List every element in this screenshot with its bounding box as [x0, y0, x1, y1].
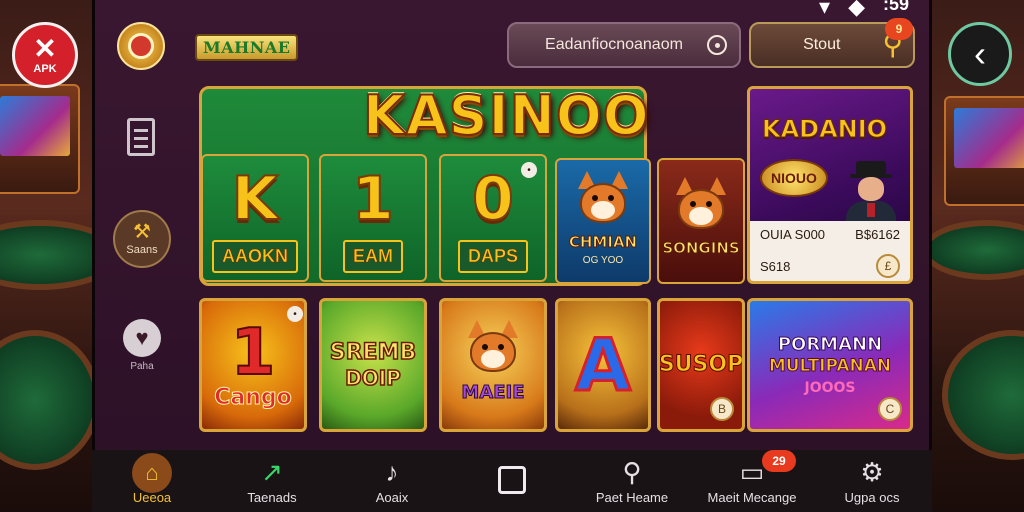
background-table	[942, 330, 1024, 460]
games-label: Saans	[126, 244, 158, 256]
search-icon: ⚲	[622, 457, 642, 487]
mascot-icon	[128, 33, 154, 59]
background-slot-machine	[0, 84, 80, 194]
tile-banner: MAEIE	[461, 381, 525, 403]
tile-plate: DAPS	[457, 239, 528, 273]
trend-icon: ↗	[261, 457, 283, 487]
nav-label: Paet Heame	[595, 489, 669, 505]
background-table	[932, 220, 1024, 280]
bottom-nav: ⌂ Ueeoa ↗ Taenads ♪ Aoaix ⚲ Paet Heame ▭…	[92, 450, 932, 512]
promo-badge: NIOUO	[760, 159, 828, 197]
heart-icon: ♥	[123, 318, 161, 357]
tile-banner: CHMIAN	[568, 232, 638, 251]
promo-info: OUIA S000 B$6162 S618 £	[750, 221, 910, 281]
status-time: :59	[882, 0, 909, 14]
tile-banner: SONGINS	[662, 239, 740, 258]
search-bar[interactable]: Eadanfiocnoanaom	[507, 22, 741, 68]
fox-icon	[672, 177, 730, 233]
brand-name: MAHNAE	[195, 34, 299, 61]
game-tile-one[interactable]: 1 EAM	[319, 154, 427, 282]
hero-title: KASINOO	[362, 83, 650, 148]
gear-icon: ⚙	[860, 457, 884, 487]
documents-button[interactable]	[121, 112, 161, 162]
fox-icon	[574, 170, 632, 227]
tile-line1: PORMANN	[777, 333, 883, 355]
game-tile-a[interactable]: A	[555, 298, 651, 432]
tile-big-text: SREMB	[329, 340, 417, 365]
fox-icon	[464, 319, 522, 376]
nav-search[interactable]: ⚲ Paet Heame	[582, 450, 682, 512]
close-x-icon: ✕	[33, 33, 57, 64]
background-table	[0, 220, 92, 290]
promo-line1-right: B$6162	[855, 227, 900, 242]
status-bar: ▾ ◆ :59	[819, 0, 909, 20]
nav-label: Ueeoa	[132, 489, 172, 505]
nav-label: Ugpa ocs	[844, 489, 900, 505]
nav-label: Aoaix	[375, 489, 409, 505]
coin-icon: B	[710, 397, 734, 421]
search-label: Eadanfiocnoanaom	[545, 36, 683, 53]
info-icon[interactable]: •	[287, 306, 303, 322]
tile-subtitle: OG YOO	[582, 254, 624, 266]
nav-home[interactable]: ⌂ Ueeoa	[102, 450, 202, 512]
tile-line2: MULTIPANAN	[768, 355, 892, 376]
info-icon[interactable]: •	[521, 162, 537, 178]
nav-label: Maeit Mecange	[707, 489, 797, 505]
coin-icon: C	[878, 397, 902, 421]
target-icon	[707, 35, 727, 55]
signal-icon: ▾	[819, 0, 831, 19]
coin-icon: £	[876, 254, 900, 278]
app-screen: ▾ ◆ :59 MAHNAE Eadanfiocnoanaom Stout ⚲ …	[92, 0, 932, 512]
nav-square[interactable]	[462, 450, 562, 512]
document-icon	[127, 118, 155, 156]
chevron-left-icon: ‹	[974, 33, 986, 74]
tile-plate: AAOKN	[212, 239, 298, 273]
promo-tile[interactable]: KADANIO NIOUO OUIA S000 B$6162 S618 £	[747, 86, 913, 284]
tile-line3: JOOOS	[804, 379, 856, 396]
promo-line2-left: S618	[760, 258, 791, 274]
home-icon: ⌂	[132, 452, 172, 493]
nav-messages[interactable]: ▭ 29 Maeit Mecange	[702, 450, 802, 512]
game-tile-maeie[interactable]: MAEIE	[439, 298, 547, 432]
promo-title: KADANIO	[761, 115, 888, 144]
game-tile-fox-blue[interactable]: CHMIAN OG YOO	[555, 158, 651, 284]
tile-big-text: SUSOP	[658, 352, 744, 377]
game-tile-susop[interactable]: SUSOP B	[657, 298, 745, 432]
square-icon	[498, 466, 526, 494]
app-logo[interactable]	[117, 22, 165, 70]
promo-line1-left: OUIA S000	[760, 227, 826, 242]
apk-label: APK	[33, 63, 57, 75]
game-tile-multipanan[interactable]: PORMANN MULTIPANAN JOOOS C	[747, 298, 913, 432]
background-slot-machine	[944, 96, 1024, 206]
game-tile-sremb[interactable]: SREMB DOIP	[319, 298, 427, 432]
tile-word: Cango	[214, 385, 293, 410]
start-label: Stout	[803, 36, 841, 53]
tile-letter: 1	[351, 163, 395, 235]
nav-badge: 29	[762, 450, 796, 472]
tile-plate: EAM	[343, 239, 403, 273]
tile-big-text: A	[574, 323, 633, 407]
nav-label: Taenads	[247, 489, 297, 505]
nav-music[interactable]: ♪ Aoaix	[342, 450, 442, 512]
music-note-icon: ♪	[385, 457, 399, 487]
tile-letter: 0	[471, 163, 515, 235]
apk-badge[interactable]: ✕ APK	[12, 22, 78, 88]
wifi-icon: ◆	[848, 0, 865, 19]
tile-letter: K	[231, 163, 279, 235]
nav-trends[interactable]: ↗ Taenads	[222, 450, 322, 512]
back-button[interactable]: ‹	[948, 22, 1012, 86]
hammer-icon: ⚒	[133, 221, 151, 243]
game-tile-k[interactable]: K AAOKN	[201, 154, 309, 282]
nav-settings[interactable]: ⚙ Ugpa ocs	[822, 450, 922, 512]
favorites-button[interactable]: ♥ Paha	[117, 316, 167, 374]
favorites-label: Paha	[130, 360, 154, 372]
tile-big-text: 1	[230, 316, 277, 390]
game-tile-fox-red[interactable]: SONGINS	[657, 158, 745, 284]
window-icon: ▭	[739, 457, 765, 487]
notification-badge: 9	[885, 18, 913, 40]
background-table	[0, 330, 92, 470]
games-button[interactable]: ⚒ Saans	[113, 210, 171, 268]
tile-word: DOIP	[344, 366, 401, 390]
